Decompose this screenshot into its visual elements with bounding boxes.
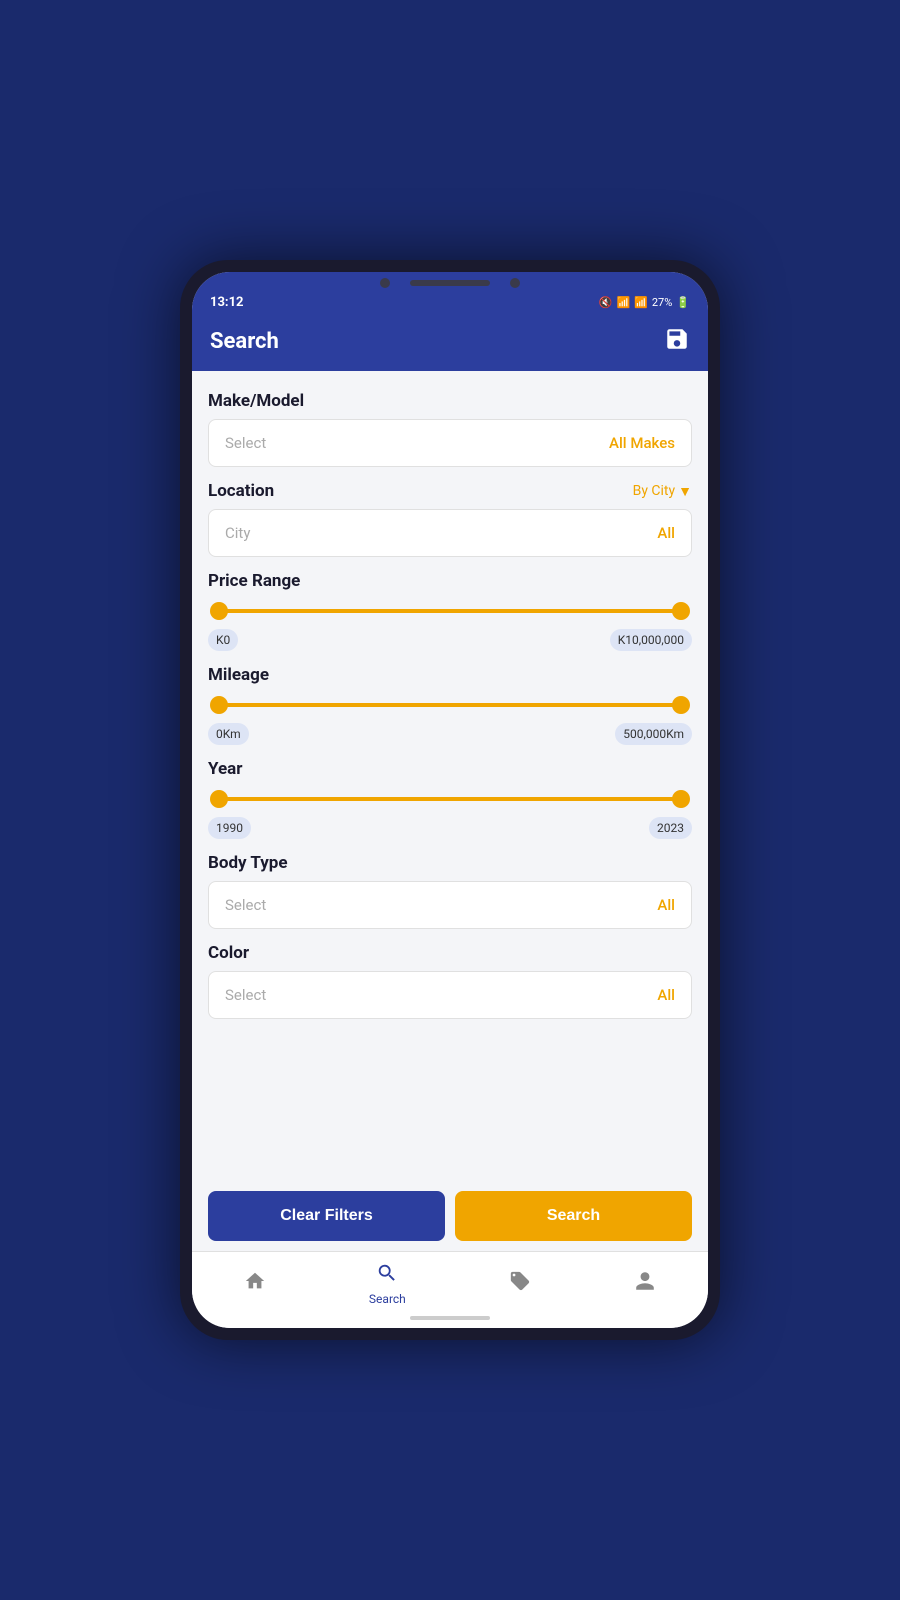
make-model-label: Make/Model xyxy=(208,391,692,411)
body-type-badge: All xyxy=(657,896,675,914)
mileage-label: Mileage xyxy=(208,665,692,685)
color-select[interactable]: Select All xyxy=(208,971,692,1019)
year-label: Year xyxy=(208,759,692,779)
status-time: 13:12 xyxy=(210,295,244,310)
year-min-label: 1990 xyxy=(208,817,251,839)
price-range-label: Price Range xyxy=(208,571,692,591)
year-thumb-left[interactable] xyxy=(210,790,228,808)
year-thumb-right[interactable] xyxy=(672,790,690,808)
action-buttons: Clear Filters Search xyxy=(192,1177,708,1251)
page-title: Search xyxy=(210,329,279,354)
search-button[interactable]: Search xyxy=(455,1191,692,1241)
city-badge: All xyxy=(657,524,675,542)
home-indicator xyxy=(192,1312,708,1328)
price-min-label: K0 xyxy=(208,629,238,651)
battery-text: 27% xyxy=(652,296,672,309)
mute-icon: 🔇 xyxy=(599,296,613,309)
nav-tags[interactable] xyxy=(509,1270,531,1298)
price-thumb-left[interactable] xyxy=(210,602,228,620)
price-thumb-right[interactable] xyxy=(672,602,690,620)
signal-icon: 📶 xyxy=(634,296,648,309)
speaker xyxy=(410,280,490,286)
nav-home[interactable] xyxy=(244,1270,266,1298)
phone-screen: 13:12 🔇 📶 📶 27% 🔋 Search Make/Model xyxy=(192,272,708,1328)
location-label: Location xyxy=(208,481,274,501)
make-model-placeholder: Select xyxy=(225,434,266,452)
battery-icon: 🔋 xyxy=(676,296,690,309)
tag-icon xyxy=(509,1270,531,1298)
city-select[interactable]: City All xyxy=(208,509,692,557)
location-header: Location By City ▼ xyxy=(208,481,692,501)
nav-search[interactable]: Search xyxy=(369,1262,406,1306)
color-placeholder: Select xyxy=(225,986,266,1004)
price-range-slider[interactable] xyxy=(208,599,692,623)
make-model-select[interactable]: Select All Makes xyxy=(208,419,692,467)
save-icon[interactable] xyxy=(664,326,690,357)
mileage-min-label: 0Km xyxy=(208,723,249,745)
wifi-icon: 📶 xyxy=(616,296,630,309)
mileage-slider[interactable] xyxy=(208,693,692,717)
mileage-thumb-left[interactable] xyxy=(210,696,228,714)
price-track xyxy=(212,609,688,613)
nav-profile[interactable] xyxy=(634,1270,656,1298)
mileage-max-label: 500,000Km xyxy=(615,723,692,745)
mileage-thumb-right[interactable] xyxy=(672,696,690,714)
price-range-section: Price Range K0 K10,000,000 xyxy=(208,571,692,651)
body-type-placeholder: Select xyxy=(225,896,266,914)
search-nav-icon xyxy=(376,1262,398,1290)
clear-filters-button[interactable]: Clear Filters xyxy=(208,1191,445,1241)
status-bar: 13:12 🔇 📶 📶 27% 🔋 xyxy=(192,288,708,316)
year-slider[interactable] xyxy=(208,787,692,811)
body-type-select[interactable]: Select All xyxy=(208,881,692,929)
phone-frame: 13:12 🔇 📶 📶 27% 🔋 Search Make/Model xyxy=(180,260,720,1340)
status-icons: 🔇 📶 📶 27% 🔋 xyxy=(599,296,690,309)
year-range-labels: 1990 2023 xyxy=(208,817,692,839)
year-section: Year 1990 2023 xyxy=(208,759,692,839)
content-area: Make/Model Select All Makes Location By … xyxy=(192,371,708,1177)
home-bar xyxy=(410,1316,490,1320)
chevron-down-icon: ▼ xyxy=(678,483,692,500)
price-max-label: K10,000,000 xyxy=(610,629,692,651)
location-by-city[interactable]: By City ▼ xyxy=(633,483,692,500)
price-range-labels: K0 K10,000,000 xyxy=(208,629,692,651)
mileage-section: Mileage 0Km 500,000Km xyxy=(208,665,692,745)
body-type-label: Body Type xyxy=(208,853,692,873)
year-track xyxy=(212,797,688,801)
nav-search-label: Search xyxy=(369,1292,406,1306)
city-placeholder: City xyxy=(225,524,250,542)
mileage-track xyxy=(212,703,688,707)
color-label: Color xyxy=(208,943,692,963)
profile-icon xyxy=(634,1270,656,1298)
top-bar: Search xyxy=(192,316,708,371)
home-icon xyxy=(244,1270,266,1298)
bottom-nav: Search xyxy=(192,1251,708,1312)
color-badge: All xyxy=(657,986,675,1004)
notch xyxy=(192,272,708,288)
mileage-range-labels: 0Km 500,000Km xyxy=(208,723,692,745)
sensor xyxy=(510,278,520,288)
camera xyxy=(380,278,390,288)
year-max-label: 2023 xyxy=(649,817,692,839)
make-model-badge: All Makes xyxy=(609,434,675,452)
